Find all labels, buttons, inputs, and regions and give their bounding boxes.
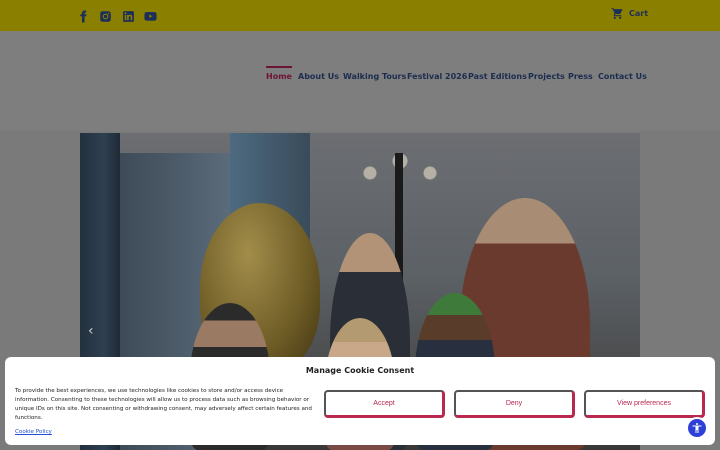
- nav-contact-us[interactable]: Contact Us: [598, 66, 647, 81]
- slider-prev-arrow[interactable]: ‹: [88, 323, 94, 339]
- cart-link[interactable]: Cart: [611, 7, 648, 20]
- nav-home[interactable]: Home: [266, 66, 292, 81]
- deny-button[interactable]: Deny: [454, 390, 575, 418]
- cart-icon: [611, 8, 623, 19]
- youtube-icon[interactable]: [142, 8, 158, 24]
- nav-projects[interactable]: Projects: [528, 66, 565, 81]
- instagram-icon[interactable]: [97, 8, 113, 24]
- nav-press[interactable]: Press: [568, 66, 593, 81]
- cookie-description: To provide the best experiences, we use …: [15, 388, 312, 421]
- linkedin-icon[interactable]: [120, 8, 136, 24]
- nav-past-editions[interactable]: Past Editions: [468, 66, 527, 81]
- nav-festival-2026[interactable]: Festival 2026: [407, 66, 467, 81]
- nav-about-us[interactable]: About Us: [298, 66, 339, 81]
- view-preferences-button[interactable]: View preferences: [584, 390, 705, 418]
- facebook-icon[interactable]: [75, 8, 91, 24]
- cookie-consent-banner: Manage Cookie Consent To provide the bes…: [5, 357, 715, 445]
- cookie-title: Manage Cookie Consent: [305, 366, 415, 375]
- accept-button[interactable]: Accept: [324, 390, 445, 418]
- cart-label: Cart: [629, 9, 649, 18]
- cookie-policy-link[interactable]: Cookie Policy: [15, 429, 52, 435]
- nav-walking-tours[interactable]: Walking Tours: [343, 66, 406, 81]
- site-header: Home About Us Walking Tours Festival 202…: [0, 31, 720, 131]
- accessibility-button[interactable]: [686, 417, 708, 439]
- accessibility-icon: [692, 423, 702, 433]
- top-bar: Cart: [0, 0, 720, 31]
